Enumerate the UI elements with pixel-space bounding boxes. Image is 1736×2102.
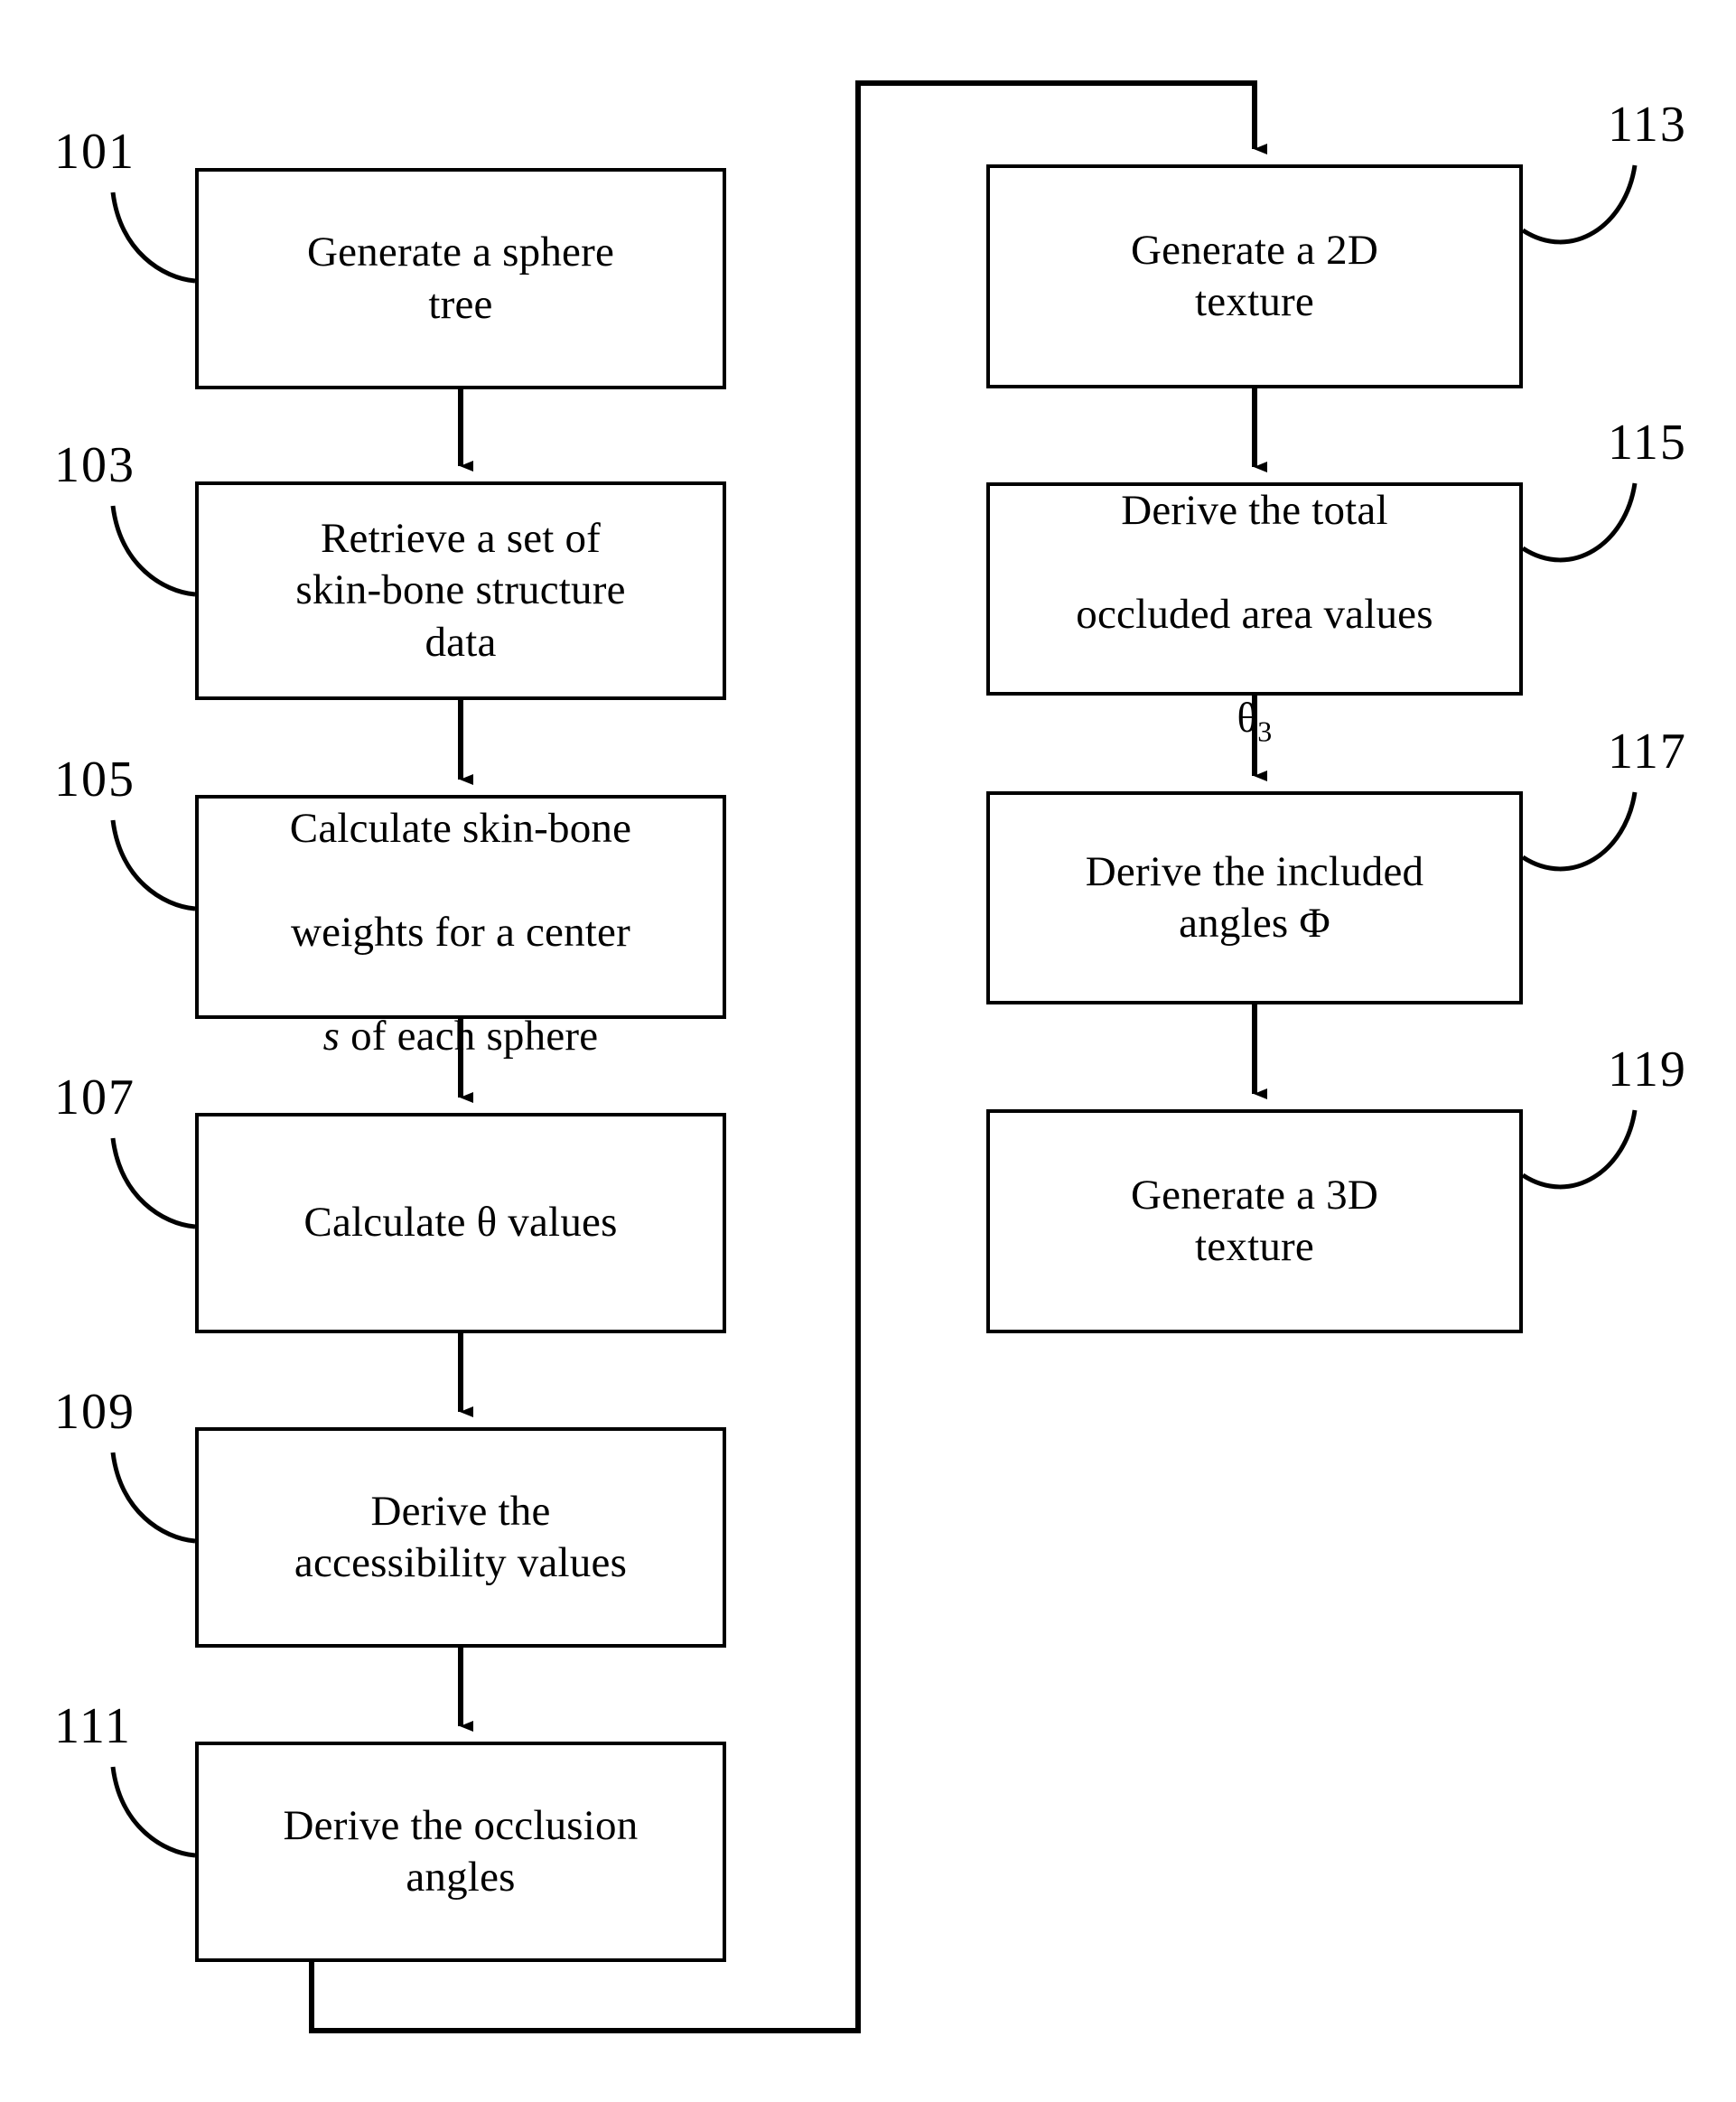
process-box-107-label: Calculate θ values	[303, 1199, 618, 1247]
process-box-105-line1: Calculate skin-bone	[289, 805, 632, 853]
process-box-109-label: Derive the accessibility values	[294, 1487, 628, 1586]
process-box-115-theta: θ	[1237, 694, 1258, 742]
process-box-103[interactable]: Retrieve a set of skin-bone structure da…	[195, 481, 726, 700]
process-box-115-line2: occluded area values	[1076, 591, 1433, 638]
reference-numeral-101: 101	[54, 124, 135, 180]
process-box-105-label: Calculate skin-bone weights for a center…	[281, 752, 640, 1062]
process-box-105-line3-rest: of each sphere	[340, 1012, 599, 1060]
leader-101	[110, 192, 196, 284]
reference-numeral-111: 111	[54, 1698, 132, 1754]
process-box-113-label: Generate a 2D texture	[1131, 226, 1378, 325]
leader-117	[1521, 791, 1638, 872]
leader-115	[1521, 482, 1638, 563]
reference-numeral-103: 103	[54, 437, 135, 493]
process-box-111-label: Derive the occlusion angles	[283, 1801, 639, 1901]
process-box-119-label: Generate a 3D texture	[1131, 1171, 1378, 1270]
leader-109	[110, 1452, 196, 1544]
reference-numeral-109: 109	[54, 1384, 135, 1440]
leader-119	[1521, 1109, 1638, 1190]
reference-numeral-115: 115	[1608, 415, 1687, 471]
process-box-115-theta-subscript: 3	[1257, 715, 1273, 748]
process-box-101-label: Generate a sphere tree	[306, 229, 615, 328]
leader-103	[110, 505, 196, 597]
reference-numeral-117: 117	[1608, 724, 1687, 780]
process-box-107[interactable]: Calculate θ values	[195, 1113, 726, 1333]
leader-113	[1521, 164, 1638, 245]
process-box-105[interactable]: Calculate skin-bone weights for a center…	[195, 795, 726, 1060]
process-box-117-label: Derive the included angles Φ	[1085, 847, 1424, 947]
reference-numeral-105: 105	[54, 752, 135, 808]
process-box-119[interactable]: Generate a 3D texture	[986, 1109, 1523, 1333]
reference-numeral-119: 119	[1608, 1042, 1687, 1098]
leader-111	[110, 1766, 196, 1858]
process-box-103-label: Retrieve a set of skin-bone structure da…	[295, 515, 626, 666]
leader-107	[110, 1137, 196, 1229]
process-box-101[interactable]: Generate a sphere tree	[195, 168, 726, 389]
reference-numeral-113: 113	[1608, 97, 1687, 153]
process-box-113[interactable]: Generate a 2D texture	[986, 164, 1523, 388]
flowchart-figure: Generate a sphere tree Retrieve a set of…	[0, 0, 1736, 2102]
leader-105	[110, 819, 196, 911]
process-box-109[interactable]: Derive the accessibility values	[195, 1427, 726, 1648]
reference-numeral-107: 107	[54, 1070, 135, 1126]
process-box-115-label: Derive the total occluded area values θ3	[1067, 434, 1442, 748]
process-box-111[interactable]: Derive the occlusion angles	[195, 1742, 726, 1962]
process-box-117[interactable]: Derive the included angles Φ	[986, 791, 1523, 1004]
process-box-105-line2: weights for a center	[291, 909, 630, 956]
process-box-105-line3-italic-s: s	[322, 1012, 341, 1060]
process-box-115-line1: Derive the total	[1121, 487, 1388, 535]
process-box-115[interactable]: Derive the total occluded area values θ3	[986, 482, 1523, 746]
